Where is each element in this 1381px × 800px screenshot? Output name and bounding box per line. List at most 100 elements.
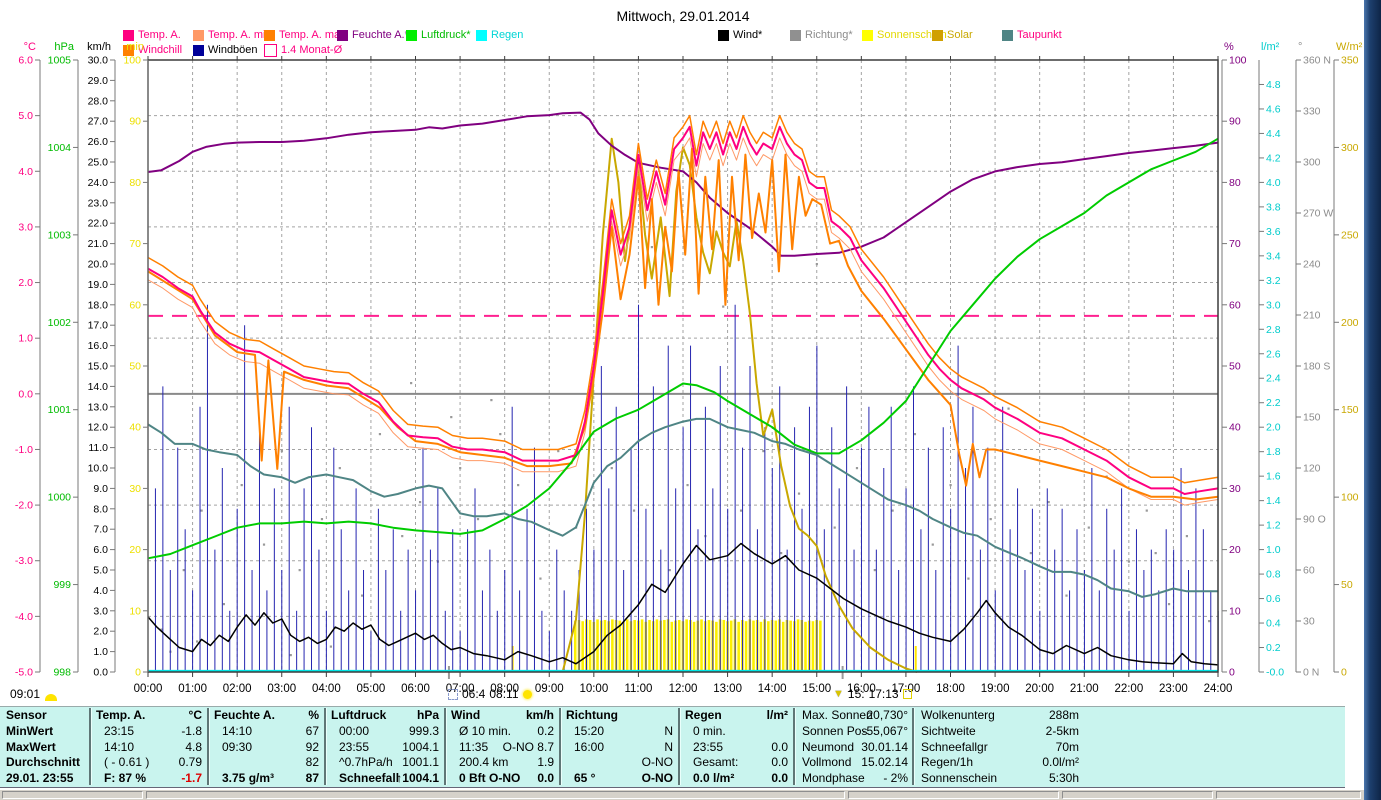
axis-tick-label: 1.0 [93, 646, 108, 658]
axis-tick-label: 7.0 [93, 524, 108, 536]
direction-dot [401, 535, 404, 538]
moonset-time: 06:4 [462, 687, 486, 701]
axis-tick-label: 1.2 [1266, 520, 1281, 532]
sunrise-mound-icon [45, 694, 58, 701]
direction-dot [1065, 594, 1068, 597]
status-bar-segment [848, 791, 1059, 799]
direction-dot [1007, 407, 1010, 410]
axis-tick-label: 0 N [1303, 667, 1319, 679]
axis-tick-label: 20 [1229, 544, 1241, 556]
direction-dot [539, 577, 542, 580]
direction-dot [320, 518, 324, 521]
axis-tick-label: 6.0 [18, 55, 33, 67]
direction-dot [1029, 552, 1032, 555]
axis-tick-label: 30 [1229, 483, 1241, 495]
axis-tick-label: -0.0 [1266, 667, 1284, 679]
axis-tick-label: 250 [1341, 229, 1359, 241]
direction-dot [592, 280, 596, 283]
axis-tick-label: 25.0 [88, 157, 109, 169]
direction-dot [459, 467, 462, 470]
axis-tick-label: 270 W [1303, 208, 1333, 220]
x-axis-label: 20:00 [1025, 683, 1054, 695]
x-axis-label: 14:00 [758, 683, 787, 695]
x-axis-label: 10:00 [579, 683, 608, 695]
axis-tick-label: 80 [1229, 177, 1241, 189]
axis-tick-label: -3.0 [15, 555, 33, 567]
axis-tick-label: 0 [1229, 667, 1235, 679]
direction-dot [240, 484, 243, 487]
direction-dot [329, 645, 332, 648]
sunrise-time: 08:11 [489, 687, 519, 701]
info-value: 2-5km [1045, 723, 1079, 738]
axis-tick-label: 3.2 [1266, 275, 1281, 287]
direction-dot [632, 509, 636, 512]
sunset-time: 17:13 [868, 687, 899, 701]
axis-tick-label: 100 [1229, 55, 1247, 67]
axis-tick-label: 200 [1341, 317, 1359, 329]
direction-dot [833, 526, 836, 529]
axis-unit-label: W/m² [1336, 41, 1363, 53]
axis-tick-label: 20 [129, 544, 141, 556]
info-value: 0.0l/m² [1042, 755, 1079, 770]
direction-dot [815, 263, 818, 266]
axis-tick-label: 23.0 [88, 197, 109, 209]
axis-tick-label: 3.6 [1266, 226, 1281, 238]
axis-tick-label: 80 [129, 177, 141, 189]
axis-tick-label: 3.0 [93, 605, 108, 617]
moonrise-time: 15: [847, 687, 865, 701]
direction-dot [686, 484, 689, 487]
direction-dot [797, 492, 801, 495]
axis-tick-label: -5.0 [15, 667, 33, 679]
direction-dot [1087, 526, 1090, 529]
axis-tick-label: 90 [129, 116, 141, 128]
axis-tick-label: 9.0 [93, 483, 108, 495]
direction-dot [1208, 620, 1211, 623]
axis-tick-label: 4.0 [18, 166, 33, 178]
axis-tick-label: 12.0 [88, 422, 109, 434]
direction-dot [931, 543, 934, 546]
direction-dot [913, 433, 917, 436]
axis-tick-label: 120 [1303, 463, 1321, 475]
axis-tick-label: 6.0 [93, 544, 108, 556]
direction-dot [517, 484, 520, 487]
axis-tick-label: 50 [1341, 579, 1353, 591]
axis-tick-label: 10 [129, 605, 141, 617]
status-bar-segment [1062, 791, 1213, 799]
axis-unit-label: km/h [87, 41, 111, 53]
axis-tick-label: 150 [1341, 404, 1359, 416]
axis-tick-label: 0.0 [18, 388, 33, 400]
axis-tick-label: 0 [1341, 667, 1347, 679]
info-value: 5:30h [1048, 771, 1079, 786]
sunset-square-icon [902, 689, 912, 699]
x-axis-label: 24:00 [1204, 683, 1233, 695]
axis-tick-label: 300 [1303, 157, 1321, 169]
axis-tick-label: 40 [1229, 422, 1241, 434]
axis-tick-label: 15.0 [88, 361, 109, 373]
axis-tick-label: 1004 [48, 142, 72, 154]
axis-tick-label: 2.6 [1266, 348, 1281, 360]
axis-tick-label: 30 [1303, 616, 1315, 628]
axis-tick-label: 4.8 [1266, 79, 1281, 91]
x-axis-label: 15:00 [802, 683, 831, 695]
axis-tick-label: 330 [1303, 106, 1321, 118]
sunrise-annotation: 06:4 08:11 [448, 687, 532, 701]
axis-tick-label: 60 [1229, 299, 1241, 311]
axis-tick-label: 50 [129, 361, 141, 373]
weather-app-window: Mittwoch, 29.01.2014 Temp. A. Temp. A. mi… [0, 0, 1381, 800]
axis-tick-label: 16.0 [88, 340, 109, 352]
axis-tick-label: -1.0 [15, 444, 33, 456]
direction-dot [739, 509, 743, 512]
status-bar-segment [146, 791, 845, 799]
direction-dot [610, 467, 613, 470]
axis-tick-label: 19.0 [88, 279, 109, 291]
desktop-background-strip [1364, 0, 1381, 800]
axis-tick-label: 1.0 [18, 333, 33, 345]
axis-tick-label: 360 N [1303, 55, 1331, 67]
direction-dot [499, 433, 502, 436]
axis-tick-label: 2.0 [18, 277, 33, 289]
direction-dot [182, 569, 185, 572]
axis-tick-label: 4.4 [1266, 128, 1281, 140]
axis-unit-label: l/m² [1261, 41, 1280, 53]
x-axis-label: 11:00 [624, 683, 652, 695]
direction-dot [668, 569, 671, 572]
